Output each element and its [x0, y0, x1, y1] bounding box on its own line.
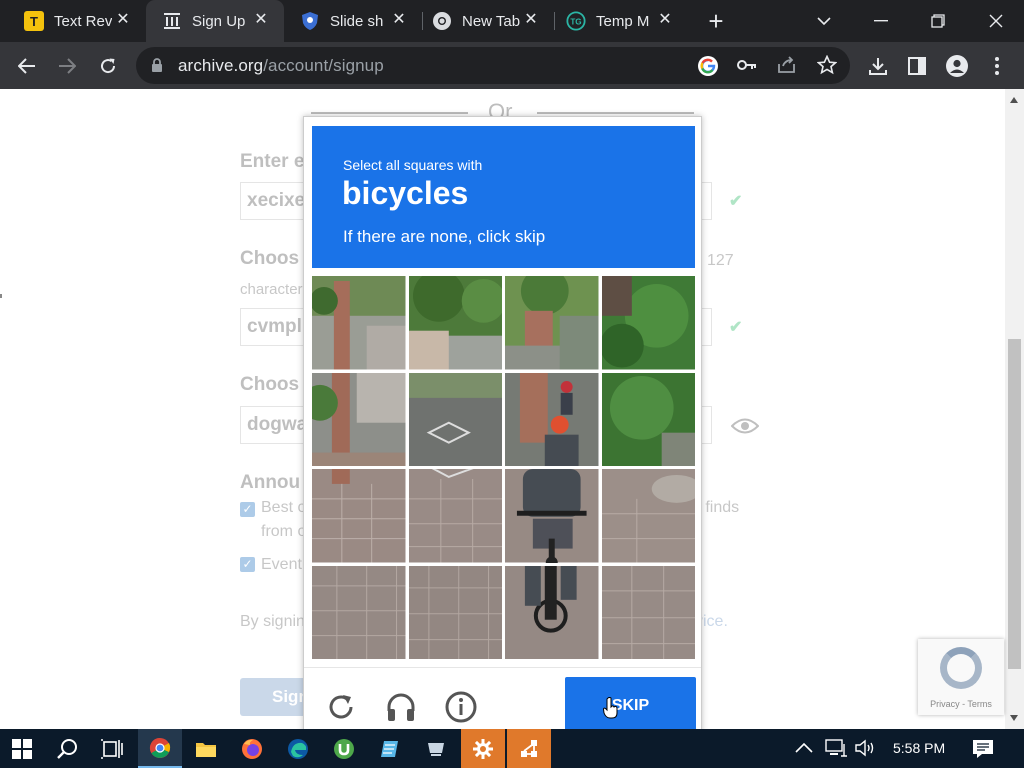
- captcha-tile[interactable]: [505, 372, 599, 466]
- minimize-button[interactable]: [866, 6, 896, 36]
- captcha-target-word: bicycles: [342, 175, 469, 211]
- network-icon[interactable]: [825, 739, 847, 762]
- tab-slideshare[interactable]: Slide sh ✕: [284, 0, 422, 42]
- captcha-tile[interactable]: [505, 469, 599, 563]
- page-scrollbar[interactable]: [1005, 89, 1024, 729]
- captcha-footer: SKIP: [304, 667, 701, 737]
- search-icon[interactable]: [45, 729, 89, 768]
- captcha-tile[interactable]: [408, 276, 502, 370]
- tab-title: Sign Up: [192, 12, 246, 30]
- skip-button[interactable]: SKIP: [565, 677, 696, 737]
- url-text: archive.org/account/signup: [178, 56, 384, 76]
- notepad-icon[interactable]: [368, 729, 412, 768]
- remote-desktop-icon[interactable]: [414, 729, 458, 768]
- firefox-icon[interactable]: [230, 729, 274, 768]
- refresh-icon[interactable]: [324, 690, 358, 724]
- captcha-tile[interactable]: [408, 565, 502, 659]
- tab-search-icon[interactable]: [809, 6, 839, 36]
- url-host: archive.org: [178, 56, 264, 75]
- close-tab-icon[interactable]: ✕: [114, 11, 132, 29]
- lock-icon[interactable]: [151, 58, 163, 77]
- menu-icon[interactable]: [983, 52, 1011, 80]
- text-review-icon: T: [24, 11, 44, 31]
- captcha-instructions: Select all squares with bicycles If ther…: [312, 126, 695, 268]
- captcha-challenge: Select all squares with bicycles If ther…: [303, 116, 702, 737]
- captcha-skip-hint: If there are none, click skip: [343, 227, 546, 246]
- left-edge-mark: [0, 294, 2, 298]
- recaptcha-privacy-terms[interactable]: Privacy - Terms: [918, 699, 1004, 709]
- volume-icon[interactable]: [855, 739, 877, 762]
- captcha-tile[interactable]: [505, 565, 599, 659]
- recaptcha-badge[interactable]: Privacy - Terms: [918, 639, 1004, 715]
- tab-text-review[interactable]: T Text Rev ✕: [0, 0, 146, 42]
- captcha-tile[interactable]: [601, 372, 695, 466]
- back-arrow-icon[interactable]: [13, 52, 41, 80]
- file-explorer-icon[interactable]: [184, 729, 228, 768]
- close-window-button[interactable]: [981, 6, 1011, 36]
- captcha-tile[interactable]: [312, 565, 406, 659]
- bookmark-star-icon[interactable]: [816, 54, 838, 80]
- chrome-icon: [432, 11, 452, 31]
- captcha-tile[interactable]: [601, 565, 695, 659]
- utorrent-icon[interactable]: [322, 729, 366, 768]
- scroll-up-arrow[interactable]: [1010, 97, 1018, 103]
- close-tab-icon[interactable]: ✕: [390, 11, 408, 29]
- new-tab-button[interactable]: +: [702, 8, 730, 36]
- profile-avatar-icon[interactable]: [943, 52, 971, 80]
- scrollbar-thumb[interactable]: [1008, 339, 1021, 669]
- address-bar[interactable]: archive.org/account/signup: [136, 47, 850, 84]
- restore-button[interactable]: [923, 6, 953, 36]
- captcha-tile[interactable]: [601, 276, 695, 370]
- scroll-down-arrow[interactable]: [1010, 715, 1018, 721]
- browser-tab-strip: T Text Rev ✕ Sign Up ✕ Slide sh ✕ New Ta…: [0, 0, 1024, 42]
- edge-icon[interactable]: [276, 729, 320, 768]
- tab-temp-mail[interactable]: TG Temp M ✕: [554, 0, 688, 42]
- captcha-tile[interactable]: [312, 469, 406, 563]
- taskbar-chrome-icon[interactable]: [138, 729, 182, 768]
- download-icon[interactable]: [864, 52, 892, 80]
- side-panel-icon[interactable]: [903, 52, 931, 80]
- captcha-tile[interactable]: [408, 469, 502, 563]
- close-tab-icon[interactable]: ✕: [522, 11, 540, 29]
- captcha-image-grid: [312, 276, 695, 659]
- google-icon[interactable]: [697, 55, 719, 82]
- url-path: /account/signup: [263, 56, 384, 75]
- tab-title: Text Rev: [54, 12, 112, 30]
- captcha-tile[interactable]: [408, 372, 502, 466]
- share-icon[interactable]: [777, 56, 797, 79]
- browser-toolbar: archive.org/account/signup: [0, 42, 1024, 89]
- info-icon[interactable]: [444, 690, 478, 724]
- forward-arrow-icon[interactable]: [53, 52, 81, 80]
- recaptcha-logo-icon: [940, 647, 982, 689]
- archive-icon: [162, 11, 182, 31]
- captcha-tile[interactable]: [601, 469, 695, 563]
- tab-title: Slide sh: [330, 12, 384, 30]
- hand-cursor-icon: [602, 697, 619, 724]
- captcha-tile[interactable]: [312, 372, 406, 466]
- close-tab-icon[interactable]: ✕: [252, 11, 270, 29]
- show-hidden-icons-chevron-icon[interactable]: [795, 741, 813, 759]
- audio-challenge-headphones-icon[interactable]: [384, 690, 418, 724]
- windows-start-icon[interactable]: [0, 729, 44, 768]
- notifications-icon[interactable]: [972, 739, 994, 764]
- close-tab-icon[interactable]: ✕: [656, 11, 674, 29]
- network-tool-icon[interactable]: [507, 729, 551, 768]
- captcha-tile[interactable]: [312, 276, 406, 370]
- reload-icon[interactable]: [94, 52, 122, 80]
- tab-title: Temp M: [596, 12, 650, 30]
- tab-sign-up[interactable]: Sign Up ✕: [146, 0, 284, 42]
- temp-mail-icon: TG: [566, 11, 586, 31]
- task-view-icon[interactable]: [90, 729, 134, 768]
- taskbar-clock[interactable]: 5:58 PM: [893, 740, 945, 756]
- settings-gear-icon[interactable]: [461, 729, 505, 768]
- key-icon[interactable]: [737, 58, 757, 77]
- windows-taskbar: 5:58 PM: [0, 729, 1024, 768]
- tab-new-tab[interactable]: New Tab ✕: [422, 0, 554, 42]
- captcha-instruction-line: Select all squares with: [343, 157, 483, 173]
- svg-text:TG: TG: [570, 18, 581, 27]
- slideshare-icon: [300, 11, 320, 31]
- captcha-tile[interactable]: [505, 276, 599, 370]
